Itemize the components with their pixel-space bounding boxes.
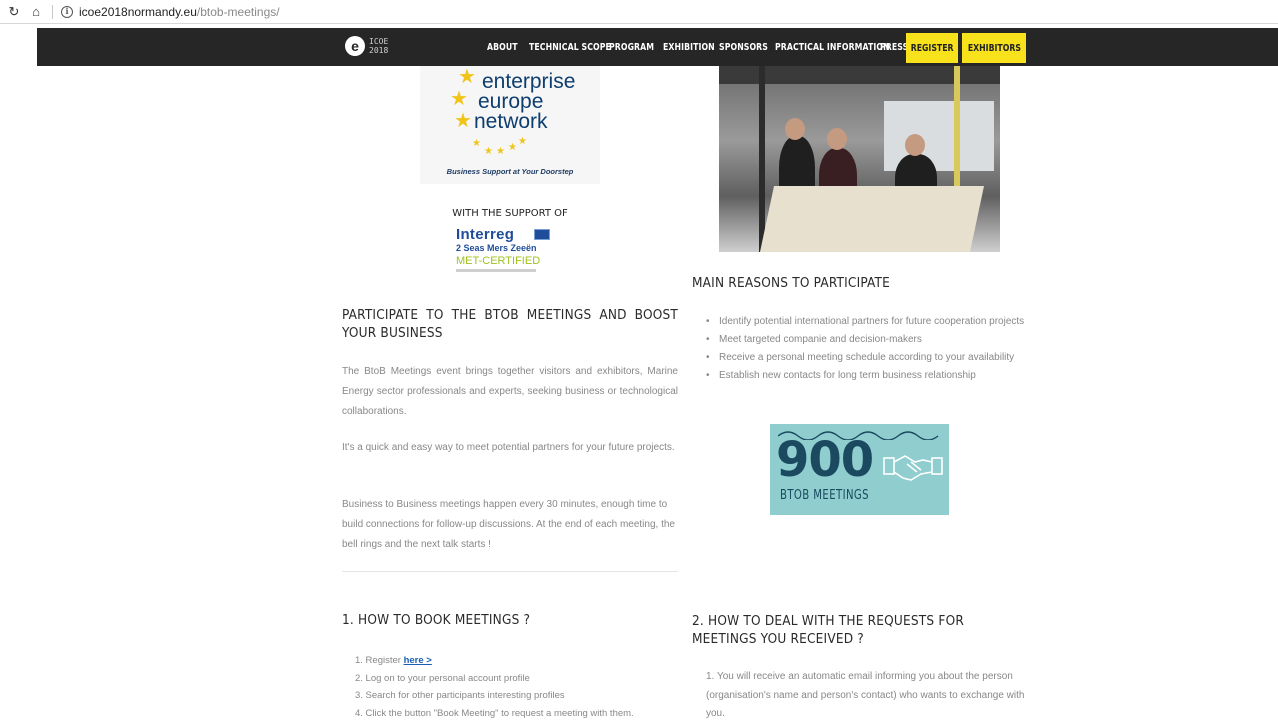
reasons-heading: MAIN REASONS TO PARTICIPATE <box>692 275 890 291</box>
interreg-fine-print <box>456 269 536 272</box>
reload-icon[interactable]: ↻ <box>6 4 22 20</box>
exhibitors-label: EXHIBITORS <box>967 42 1021 54</box>
een-line-3: network <box>474 110 548 133</box>
star-icon: ★ <box>508 142 517 153</box>
photo-person-head <box>827 128 847 150</box>
interreg-logo: Interreg 2 Seas Mers Zeeën MET-CERTIFIED <box>450 225 570 275</box>
star-icon: ★ <box>496 146 505 157</box>
een-tagline: Business Support at Your Doorstep <box>446 167 574 176</box>
home-icon[interactable]: ⌂ <box>28 4 44 20</box>
photo-table <box>759 186 985 252</box>
een-line-2: europe <box>478 90 544 113</box>
photo-person-head <box>905 134 925 156</box>
eu-flag-icon <box>534 229 550 240</box>
list-item: Meet targeted companie and decision-make… <box>704 331 1034 349</box>
list-item: 4. Click the button "Book Meeting" to re… <box>355 707 634 719</box>
requests-heading: 2. HOW TO DEAL WITH THE REQUESTS FOR MEE… <box>692 613 964 647</box>
star-icon: ★ <box>518 136 527 147</box>
list-item: 2. Log on to your personal account profi… <box>355 672 530 684</box>
menu-item-about[interactable]: ABOUT <box>487 42 521 53</box>
meeting-photo <box>719 66 1000 252</box>
browser-toolbar: ↻ ⌂ i icoe2018normandy.eu/btob-meetings/ <box>0 0 1278 24</box>
url-host: icoe2018normandy.eu <box>79 4 197 19</box>
requests-step-1: 1. You will receive an automatic email i… <box>706 671 1025 719</box>
handshake-icon <box>883 455 943 481</box>
list-item: 3. Search for other participants interes… <box>355 690 565 701</box>
menu-item-practical-information[interactable]: PRACTICAL INFORMATION <box>775 42 890 53</box>
url-path: /btob-meetings/ <box>196 4 280 19</box>
intro-paragraph: The BtoB Meetings event brings together … <box>342 366 678 417</box>
site-info-icon[interactable]: i <box>61 5 73 18</box>
toolbar-divider <box>52 4 53 19</box>
list-item: Receive a personal meeting schedule acco… <box>704 349 1034 367</box>
section-divider <box>342 571 678 572</box>
meetings-label: BTOB MEETINGS <box>780 488 870 503</box>
enterprise-europe-network-logo: ★ ★ ★ ★ ★ ★ ★ ★ enterprise europe networ… <box>420 66 600 184</box>
star-icon: ★ <box>484 146 493 157</box>
list-item: Establish new contacts for long term bus… <box>704 367 1034 385</box>
logo-text-top: ICOE <box>369 37 389 46</box>
site-navbar: e ICOE 2018 ABOUT TECHNICAL SCOPE PROGRA… <box>37 28 1278 66</box>
address-bar[interactable]: icoe2018normandy.eu/btob-meetings/ <box>79 5 280 19</box>
meetings-count-badge: 900 BTOB MEETINGS <box>770 424 949 515</box>
book-steps-list: 1. Register here > 2. Log on to your per… <box>355 652 695 722</box>
register-link[interactable]: here > <box>404 655 432 666</box>
photo-pole <box>759 66 765 252</box>
menu-item-program[interactable]: PROGRAM <box>609 42 654 53</box>
main-menu: ABOUT TECHNICAL SCOPE PROGRAM EXHIBITION… <box>487 28 910 66</box>
list-item: 1. Register here > <box>355 652 695 670</box>
step-text: 1. Register <box>355 655 404 666</box>
reasons-list: Identify potential international partner… <box>704 313 1034 385</box>
logo-mark-icon: e <box>345 36 365 56</box>
interreg-subtitle: 2 Seas Mers Zeeën <box>456 243 537 253</box>
interreg-project-name: MET-CERTIFIED <box>456 255 541 267</box>
site-logo[interactable]: e ICOE 2018 <box>345 36 388 56</box>
menu-item-press[interactable]: PRESS <box>880 42 908 53</box>
meetings-count: 900 <box>776 432 874 488</box>
book-meetings-heading: 1. HOW TO BOOK MEETINGS ? <box>342 612 531 628</box>
menu-item-sponsors[interactable]: SPONSORS <box>719 42 768 53</box>
een-line-1: enterprise <box>482 70 576 93</box>
register-button[interactable]: REGISTER <box>906 33 958 63</box>
participate-heading: PARTICIPATE TO THE BTOB MEETINGS AND BOO… <box>342 307 678 341</box>
star-icon: ★ <box>454 110 472 132</box>
exhibitors-button[interactable]: EXHIBITORS <box>962 33 1026 63</box>
schedule-paragraph: Business to Business meetings happen eve… <box>342 499 675 550</box>
interreg-name: Interreg <box>456 226 515 243</box>
photo-person-head <box>785 118 805 140</box>
logo-text-bottom: 2018 <box>369 46 389 55</box>
logo-text: ICOE 2018 <box>369 37 388 55</box>
menu-item-technical-scope[interactable]: TECHNICAL SCOPE <box>529 42 611 53</box>
menu-item-exhibition[interactable]: EXHIBITION <box>663 42 715 53</box>
support-title: WITH THE SUPPORT OF <box>452 208 568 219</box>
register-label: REGISTER <box>910 42 954 54</box>
list-item: Identify potential international partner… <box>704 313 1034 331</box>
quick-paragraph: It's a quick and easy way to meet potent… <box>342 442 675 453</box>
star-icon: ★ <box>472 138 481 149</box>
